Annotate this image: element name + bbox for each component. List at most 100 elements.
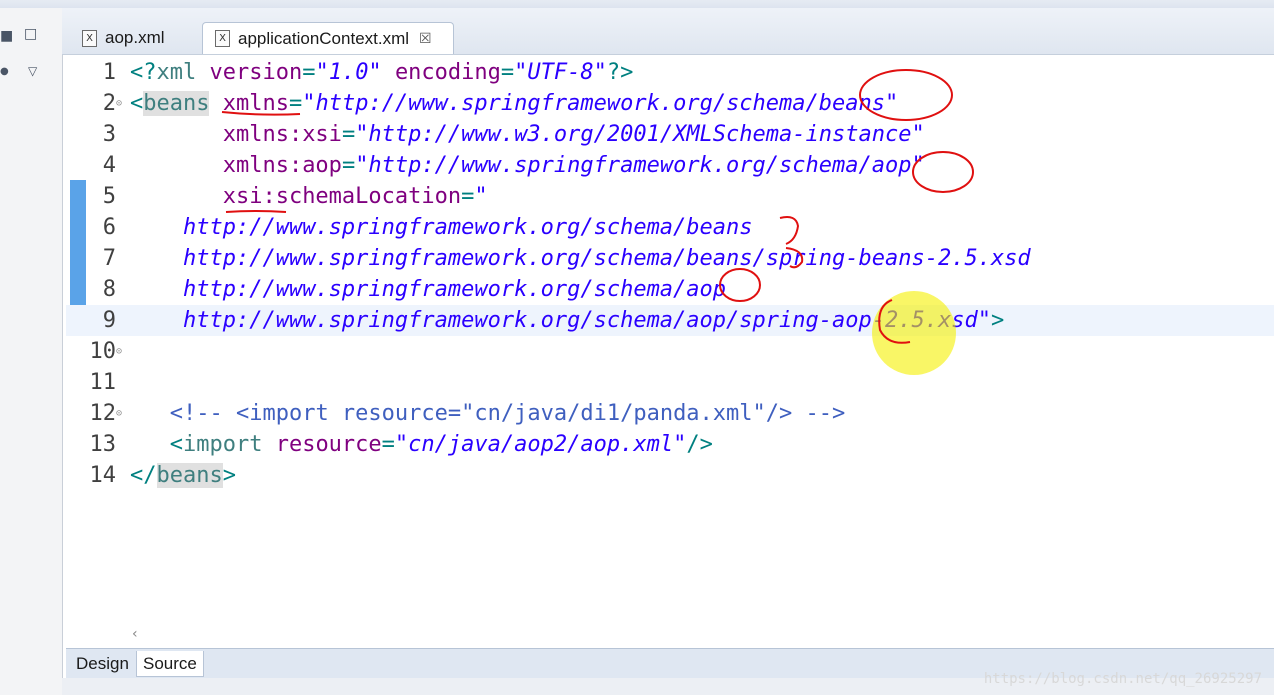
code-text: http://www.springframework.org/schema/be… <box>130 212 753 243</box>
fold-toggle-icon[interactable]: ⊝ <box>116 88 122 119</box>
left-side-panel: ■ □ ● ▽ <box>0 8 63 695</box>
tab-label: aop.xml <box>105 28 165 47</box>
code-line[interactable]: 9 http://www.springframework.org/schema/… <box>66 305 1274 336</box>
tab-applicationcontext-xml[interactable]: X applicationContext.xml ☒ <box>202 22 454 54</box>
code-token: < <box>130 91 144 116</box>
code-token: "http://www.springframework.org/schema/b… <box>302 91 899 116</box>
xml-source-editor[interactable]: 1 <?xml version="1.0" encoding="UTF-8"?> 2… <box>66 56 1274 648</box>
code-text: xmlns:aop="http://www.springframework.or… <box>130 150 925 181</box>
code-line[interactable]: 8 http://www.springframework.org/schema/… <box>66 274 1274 305</box>
line-number: 3 <box>102 122 116 147</box>
code-line[interactable]: 2 ⊝ <beans xmlns="http://www.springframewo… <box>66 88 1274 119</box>
code-text: http://www.springframework.org/schema/be… <box>130 243 1031 274</box>
minimize-icon[interactable]: ■ <box>0 28 13 44</box>
code-line[interactable]: 7 http://www.springframework.org/schema/… <box>66 243 1274 274</box>
tab-label: applicationContext.xml <box>238 28 410 48</box>
code-token: <!-- <import resource="cn/java/di1/panda… <box>169 401 846 426</box>
code-text: http://www.springframework.org/schema/ao… <box>130 274 726 305</box>
code-token: > <box>990 308 1005 333</box>
editor-tab-bar: X aop.xml X applicationContext.xml ☒ <box>62 8 1274 55</box>
code-text: <!-- <import resource="cn/java/di1/panda… <box>130 398 846 429</box>
code-line[interactable]: 12 ⊝ <!-- <import resource="cn/java/di1/p… <box>66 398 1274 429</box>
code-line[interactable]: 13 <import resource="cn/java/aop2/aop.xm… <box>66 429 1274 460</box>
line-number: 6 <box>102 215 116 240</box>
code-token: > <box>222 463 236 488</box>
code-line[interactable]: 5 xsi:schemaLocation=" <box>66 181 1274 212</box>
line-number: 1 <box>102 60 116 85</box>
code-token: = <box>461 184 475 209</box>
line-number: 9 <box>102 308 116 333</box>
code-token: http://www.springframework.org/schema/ao… <box>182 277 727 302</box>
code-token: xsi:schemaLocation <box>222 184 462 209</box>
code-token: "cn/java/aop2/aop.xml" <box>394 432 687 457</box>
line-number: 8 <box>102 277 116 302</box>
code-line[interactable]: 10 ⊝ <box>66 336 1274 367</box>
code-token: import <box>182 432 276 457</box>
code-token: xml <box>156 60 210 85</box>
watermark: https://blog.csdn.net/qq_26925297 <box>983 671 1262 687</box>
code-line[interactable]: 11 <box>66 367 1274 398</box>
maximize-icon[interactable]: □ <box>24 26 37 42</box>
code-token: = <box>341 122 356 147</box>
line-number: 2 <box>102 91 116 116</box>
code-token: = <box>288 91 303 116</box>
code-token: < <box>130 432 183 457</box>
view-menu-icon[interactable]: ▽ <box>28 64 37 78</box>
code-text: xmlns:xsi="http://www.w3.org/2001/XMLSch… <box>130 119 925 150</box>
code-token: = <box>302 60 316 85</box>
tab-source[interactable]: Source <box>136 651 204 677</box>
line-number: 13 <box>89 432 117 457</box>
code-token: </ <box>130 463 157 488</box>
scroll-left-icon[interactable]: ‹ <box>132 626 138 642</box>
fold-toggle-icon[interactable]: ⊝ <box>116 336 122 367</box>
line-number: 7 <box>102 246 116 271</box>
code-token: http://www.springframework.org/schema/be… <box>182 246 1031 271</box>
fold-toggle-icon[interactable]: ⊝ <box>116 398 122 429</box>
bullet-icon: ● <box>0 66 9 77</box>
code-token: = <box>381 432 395 457</box>
code-token: "UTF-8" <box>514 60 607 85</box>
code-text: <beans xmlns="http://www.springframework… <box>130 88 898 119</box>
code-line[interactable]: 14 </beans> <box>66 460 1274 491</box>
close-tab-icon[interactable]: ☒ <box>419 31 432 47</box>
line-number: 14 <box>89 463 117 488</box>
tab-design[interactable]: Design <box>70 651 135 677</box>
code-token: beans <box>156 463 223 488</box>
code-token: "http://www.w3.org/2001/XMLSchema-instan… <box>355 122 925 147</box>
code-text: </beans> <box>130 460 236 491</box>
code-token: " <box>474 184 488 209</box>
code-line[interactable]: 4 xmlns:aop="http://www.springframework.… <box>66 150 1274 181</box>
code-line[interactable]: 3 xmlns:xsi="http://www.w3.org/2001/XMLS… <box>66 119 1274 150</box>
code-token: <? <box>130 60 157 85</box>
code-token: "1.0" <box>315 60 382 85</box>
code-token: encoding <box>394 60 501 85</box>
xml-file-icon: X <box>82 29 97 47</box>
code-token: resource <box>275 432 382 457</box>
code-text: <import resource="cn/java/aop2/aop.xml"/… <box>130 429 713 460</box>
code-token: ?> <box>606 60 634 85</box>
code-token: "http://www.springframework.org/schema/a… <box>355 153 925 178</box>
code-token: http://www.springframework.org/schema/be… <box>182 215 753 240</box>
code-token: = <box>341 153 356 178</box>
tab-aop-xml[interactable]: X aop.xml <box>70 22 198 54</box>
line-number: 12 <box>89 401 117 426</box>
code-line[interactable]: 6 http://www.springframework.org/schema/… <box>66 212 1274 243</box>
code-token: xmlns:xsi <box>222 122 342 147</box>
code-line[interactable]: 1 <?xml version="1.0" encoding="UTF-8"?> <box>66 57 1274 88</box>
code-token: xmlns:aop <box>222 153 342 178</box>
line-number: 11 <box>89 370 117 395</box>
code-text: xsi:schemaLocation=" <box>130 181 488 212</box>
line-number: 4 <box>102 153 116 178</box>
xml-file-icon: X <box>215 30 230 47</box>
code-token: version <box>209 60 303 85</box>
code-token: /> <box>686 432 713 457</box>
line-number: 10 <box>89 339 117 364</box>
